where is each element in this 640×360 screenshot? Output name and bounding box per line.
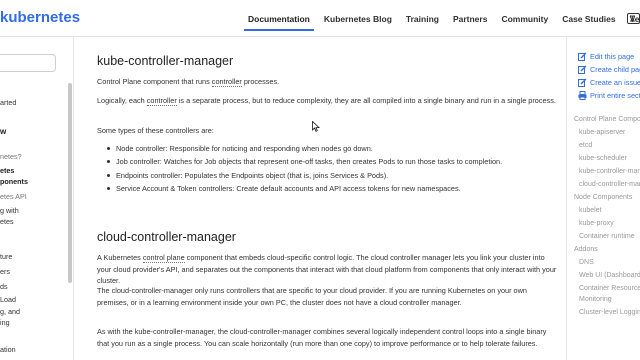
controller-glossary-link[interactable]: controller [211,77,242,87]
translate-icon[interactable] [627,13,640,24]
list-item: Node controller: Responsible for noticin… [104,143,544,154]
toc-item[interactable]: Addons [574,245,598,254]
sidebar-item[interactable]: ture [0,252,12,261]
toc-item[interactable]: DNS [579,258,594,267]
toc-item[interactable]: cloud-controller-manager [579,180,640,189]
sidebar-item[interactable]: ers [0,267,10,276]
create-child-page-link[interactable]: Create child page [578,65,640,74]
kcm-types-intro: Some types of these controllers are: [97,126,214,135]
page-actions-panel: Edit this page Create child page Create … [566,37,640,360]
ccm-paragraph-2: The cloud-controller-manager only runs c… [97,286,527,307]
nav-partners[interactable]: Partners [453,0,488,37]
controller-glossary-link[interactable]: controller [146,96,177,106]
docs-sidebar: arted w netes? etes ponents etes API g w… [0,37,74,360]
sidebar-item[interactable]: ation [0,345,16,354]
toc-item[interactable]: Control Plane Components [574,115,640,124]
sidebar-item-active[interactable]: ponents [0,177,28,186]
ccm-paragraph-3: As with the kube-controller-manager, the… [97,327,547,348]
issue-icon [578,78,587,87]
toc-item[interactable]: etcd [579,141,592,150]
toc-item[interactable]: Container runtime [579,232,635,241]
controller-types-list: Node controller: Responsible for noticin… [104,143,544,196]
print-section-link[interactable]: Print entire section [578,91,640,100]
nav-case-studies[interactable]: Case Studies [562,0,615,37]
create-issue-label: Create an issue [590,78,640,87]
create-icon [578,65,587,74]
list-item: Job controller: Watches for Job objects … [104,156,544,167]
kcm-heading: kube-controller-manager [97,54,234,68]
ccm-heading: cloud-controller-manager [97,230,236,244]
toc-item[interactable]: kube-scheduler [579,154,627,163]
sidebar-item[interactable]: ds [0,282,8,291]
top-navbar: kubernetes Documentation Kubernetes Blog… [0,0,640,37]
toc-item[interactable]: Web UI (Dashboard) [579,271,640,280]
nav-training[interactable]: Training [406,0,439,37]
sidebar-item[interactable]: netes? [0,152,22,161]
ccm-paragraph-1: A Kubernetes control plane component tha… [97,253,557,285]
sidebar-search-input[interactable] [0,54,56,72]
list-item: Endpoints controller: Populates the Endp… [104,170,544,181]
nav-documentation[interactable]: Documentation [244,0,314,37]
print-section-label: Print entire section [590,91,640,100]
sidebar-item[interactable]: etes API [0,192,27,201]
toc-item[interactable]: kubelet [579,206,602,215]
kcm-description: Control Plane component that runs contro… [97,77,280,87]
sidebar-item[interactable]: ing [0,318,10,327]
sidebar-scrollbar[interactable] [68,83,72,283]
create-issue-link[interactable]: Create an issue [578,78,640,87]
toc-item[interactable]: Container Resource [579,284,640,293]
toc-item[interactable]: kube-proxy [579,219,614,228]
mouse-cursor-icon [312,121,320,132]
toc-item[interactable]: kube-controller-manager [579,167,640,176]
toc-item[interactable]: kube-apiserver [579,128,625,137]
sidebar-item[interactable]: etes [0,166,14,175]
main-nav: Documentation Kubernetes Blog Training P… [244,0,640,37]
toc-item[interactable]: Monitoring [579,295,612,304]
sidebar-item[interactable]: arted [0,98,16,107]
sidebar-item[interactable]: w [0,127,6,136]
brand-logo[interactable]: kubernetes [0,9,80,26]
edit-page-label: Edit this page [590,52,635,61]
control-plane-glossary-link[interactable]: control plane [142,253,185,263]
toc-item[interactable]: Node Components [574,193,632,202]
sidebar-item[interactable]: Load [0,295,16,304]
sidebar-item[interactable]: etes [0,217,14,226]
kcm-logic-paragraph: Logically, each controller is a separate… [97,96,556,106]
list-item: Service Account & Token controllers: Cre… [104,183,544,194]
nav-kubernetes-blog[interactable]: Kubernetes Blog [324,0,392,37]
create-child-page-label: Create child page [590,65,640,74]
print-icon [578,91,587,100]
edit-page-link[interactable]: Edit this page [578,52,634,61]
sidebar-item[interactable]: g, and [0,307,20,316]
edit-icon [578,52,587,61]
nav-community[interactable]: Community [501,0,548,37]
toc-item[interactable]: Cluster-level Logging [579,308,640,317]
main-content: kube-controller-manager Control Plane co… [96,37,558,360]
sidebar-item[interactable]: g with [0,206,19,215]
